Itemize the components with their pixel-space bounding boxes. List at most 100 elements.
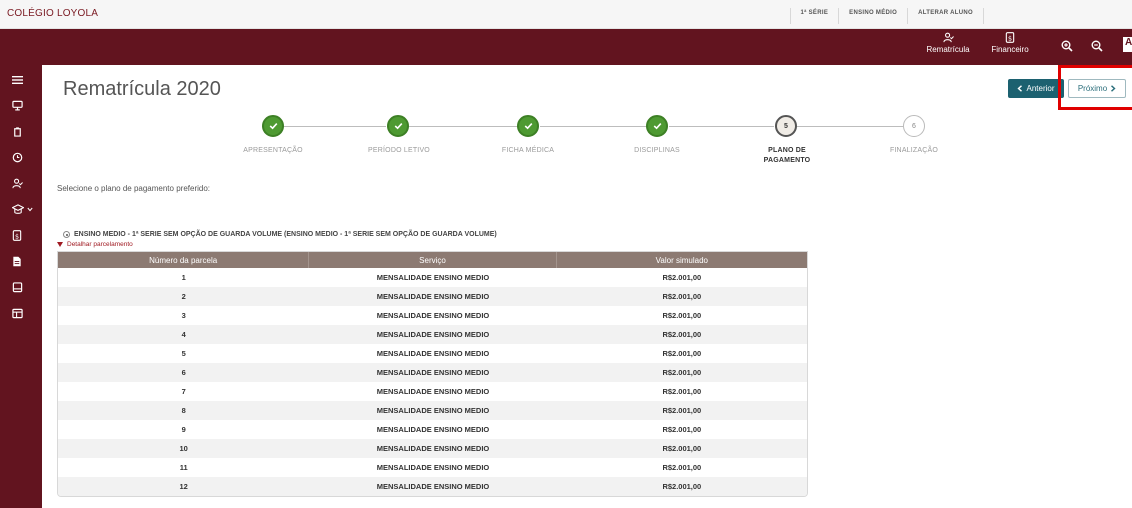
cell-valor: R$2.001,00 [662, 406, 702, 415]
cell-valor: R$2.001,00 [662, 273, 702, 282]
svg-text:$: $ [15, 232, 19, 240]
cell-valor: R$2.001,00 [662, 482, 702, 491]
table-row: 1 MENSALIDADE ENSINO MEDIO R$2.001,00 [58, 268, 807, 287]
brand-name[interactable]: COLÉGIO LOYOLA [7, 8, 98, 19]
check-icon [269, 123, 277, 130]
highlight-box [1058, 65, 1132, 110]
step-4-check[interactable] [646, 115, 668, 137]
step-label-plano-pagamento: PLANO DE PAGAMENTO [763, 147, 811, 164]
cell-valor: R$2.001,00 [662, 292, 702, 301]
toplink-ensino[interactable]: ENSINO MÉDIO [838, 8, 907, 24]
sidebar-item-monitor[interactable] [0, 93, 42, 117]
sidebar-item-clipboard[interactable] [0, 119, 42, 143]
laptop-icon [12, 281, 23, 292]
table-row: 12 MENSALIDADE ENSINO MEDIO R$2.001,00 [58, 477, 807, 496]
table-row: 11 MENSALIDADE ENSINO MEDIO R$2.001,00 [58, 458, 807, 477]
cell-numero: 5 [181, 349, 186, 358]
step-label-periodo-letivo: PERÍODO LETIVO [368, 147, 430, 154]
plan-radio[interactable] [63, 231, 70, 238]
main-header: Rematrícula $ Financeiro A [0, 29, 1132, 65]
financeiro-button[interactable]: $ Financeiro [987, 32, 1033, 54]
sidebar-item-menu[interactable] [0, 68, 42, 92]
rematricula-button[interactable]: Rematrícula [922, 32, 974, 54]
school-icon [12, 203, 24, 214]
step-2-check[interactable] [387, 115, 409, 137]
cell-servico: MENSALIDADE ENSINO MEDIO [376, 387, 490, 396]
instruction-text: Selecione o plano de pagamento preferido… [57, 184, 210, 193]
chevron-down-icon [27, 207, 33, 211]
sidebar-item-invoice[interactable]: $ [0, 223, 42, 247]
chevron-left-icon [1017, 85, 1023, 92]
table-row: 3 MENSALIDADE ENSINO MEDIO R$2.001,00 [58, 306, 807, 325]
step-6-future[interactable]: 6 [903, 115, 925, 137]
toplink-serie[interactable]: 1ª SÉRIE [789, 8, 839, 24]
sidebar-item-clock[interactable] [0, 145, 42, 169]
cell-servico: MENSALIDADE ENSINO MEDIO [376, 444, 490, 453]
cell-numero: 7 [181, 387, 186, 396]
cell-valor: R$2.001,00 [662, 463, 702, 472]
installments-table: Número da parcela Serviço Valor simulado… [57, 251, 808, 497]
step-1-check[interactable] [262, 115, 284, 137]
font-size-button[interactable]: A [1123, 37, 1132, 52]
toplink-alterar-aluno[interactable]: ALTERAR ALUNO [907, 8, 984, 24]
sidebar-item-user-check[interactable] [0, 171, 42, 195]
previous-button[interactable]: Anterior [1008, 79, 1064, 98]
cell-valor: R$2.001,00 [662, 444, 702, 453]
cell-valor: R$2.001,00 [662, 311, 702, 320]
top-links: 1ª SÉRIE ENSINO MÉDIO ALTERAR ALUNO [789, 8, 984, 24]
sidebar-item-laptop[interactable] [0, 275, 42, 299]
step-connector [797, 126, 903, 127]
step-label-ficha-medica: FICHA MÉDICA [501, 147, 555, 154]
plan-option[interactable]: ENSINO MEDIO - 1ª SERIE SEM OPÇÃO DE GUA… [63, 231, 497, 238]
detail-link[interactable]: Detalhar parcelamento [67, 241, 133, 248]
table-row: 2 MENSALIDADE ENSINO MEDIO R$2.001,00 [58, 287, 807, 306]
table-row: 7 MENSALIDADE ENSINO MEDIO R$2.001,00 [58, 382, 807, 401]
header-valor-simulado: Valor simulado [655, 255, 708, 265]
invoice-icon: $ [12, 229, 22, 241]
zoom-in-icon[interactable] [1061, 39, 1073, 57]
cell-numero: 1 [181, 273, 186, 282]
user-check-icon [12, 178, 23, 188]
cell-numero: 3 [181, 311, 186, 320]
plan-label: ENSINO MEDIO - 1ª SERIE SEM OPÇÃO DE GUA… [74, 231, 497, 238]
step-label-disciplinas: DISCIPLINAS [634, 147, 680, 154]
table-row: 8 MENSALIDADE ENSINO MEDIO R$2.001,00 [58, 401, 807, 420]
cell-valor: R$2.001,00 [662, 349, 702, 358]
previous-label: Anterior [1026, 84, 1055, 93]
page-root: COLÉGIO LOYOLA 1ª SÉRIE ENSINO MÉDIO ALT… [0, 0, 1132, 508]
zoom-out-icon[interactable] [1091, 39, 1103, 57]
clock-icon [12, 152, 23, 162]
table-row: 4 MENSALIDADE ENSINO MEDIO R$2.001,00 [58, 325, 807, 344]
detail-toggle[interactable]: Detalhar parcelamento [57, 241, 133, 248]
cell-valor: R$2.001,00 [662, 330, 702, 339]
header-servico: Serviço [309, 252, 557, 268]
sidebar-item-school[interactable] [0, 197, 42, 221]
step-label-finalizacao: FINALIZAÇÃO [889, 147, 939, 154]
check-icon [394, 123, 402, 130]
step-3-check[interactable] [517, 115, 539, 137]
svg-text:$: $ [1008, 34, 1012, 42]
invoice-icon: $ [1005, 32, 1015, 43]
cell-servico: MENSALIDADE ENSINO MEDIO [376, 292, 490, 301]
menu-icon [12, 76, 23, 84]
cell-numero: 11 [179, 463, 188, 472]
sidebar-item-document[interactable] [0, 249, 42, 273]
cell-numero: 12 [179, 482, 188, 491]
cell-servico: MENSALIDADE ENSINO MEDIO [376, 482, 490, 491]
rematricula-label: Rematrícula [926, 45, 970, 54]
cell-valor: R$2.001,00 [662, 387, 702, 396]
table-row: 6 MENSALIDADE ENSINO MEDIO R$2.001,00 [58, 363, 807, 382]
cell-servico: MENSALIDADE ENSINO MEDIO [376, 311, 490, 320]
cell-valor: R$2.001,00 [662, 368, 702, 377]
header-numero-parcela: Número da parcela [58, 252, 310, 268]
cell-servico: MENSALIDADE ENSINO MEDIO [376, 368, 490, 377]
cell-numero: 6 [181, 368, 186, 377]
document-icon [13, 256, 21, 266]
step-label-apresentacao: APRESENTAÇÃO [243, 147, 303, 154]
monitor-icon [12, 100, 23, 110]
table-row: 10 MENSALIDADE ENSINO MEDIO R$2.001,00 [58, 439, 807, 458]
cell-numero: 8 [181, 406, 186, 415]
sidebar-item-layout[interactable] [0, 301, 42, 325]
step-5-current[interactable]: 5 [775, 115, 797, 137]
cell-numero: 2 [181, 292, 186, 301]
